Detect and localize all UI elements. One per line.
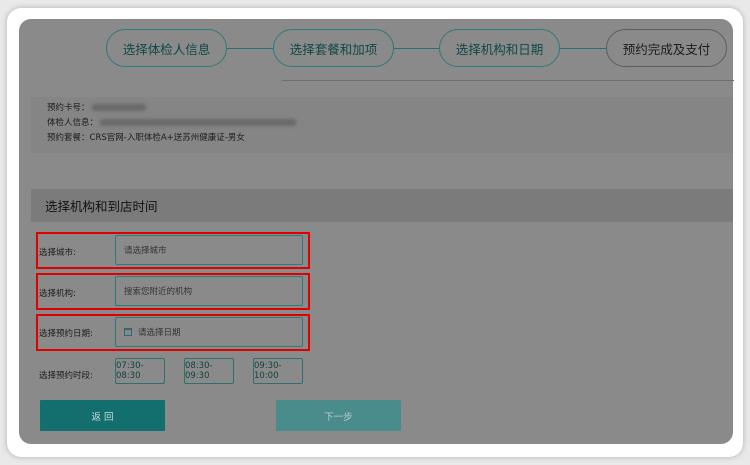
calendar-icon xyxy=(124,328,132,336)
package-label: 预约套餐： xyxy=(47,133,90,143)
time-slot-label: 08:30-09:30 xyxy=(185,361,213,381)
step-label: 选择套餐和加项 xyxy=(289,41,378,57)
redacted-examinee-info xyxy=(100,119,297,126)
city-placeholder: 请选择城市 xyxy=(124,246,167,256)
time-slot-label: 09:30-10:00 xyxy=(254,361,282,381)
time-slot-button[interactable]: 08:30-09:30 xyxy=(184,358,234,384)
step-label: 预约完成及支付 xyxy=(622,41,711,57)
next-button[interactable]: 下一步 xyxy=(276,400,401,431)
card-number-label: 预约卡号： xyxy=(47,103,90,113)
step-payment[interactable]: 预约完成及支付 xyxy=(606,29,727,67)
stepper-connector xyxy=(393,48,440,49)
examinee-row: 体检人信息： xyxy=(47,116,733,131)
city-select[interactable]: 请选择城市 xyxy=(115,235,303,265)
stepper-connector xyxy=(226,48,274,49)
time-label: 选择预约时段: xyxy=(39,371,93,381)
redacted-card-number xyxy=(91,104,146,111)
step-label: 选择体检人信息 xyxy=(122,41,211,57)
back-button-label: 返 回 xyxy=(91,411,114,423)
date-label: 选择预约日期: xyxy=(39,329,93,339)
org-label: 选择机构: xyxy=(39,289,76,299)
booking-info-panel: 预约卡号： 体检人信息： 预约套餐：CRS官网-入职体检A+送苏州健康证-男女 xyxy=(31,97,733,153)
card-number-row: 预约卡号： xyxy=(47,101,733,116)
package-row: 预约套餐：CRS官网-入职体检A+送苏州健康证-男女 xyxy=(47,131,733,146)
step-institution-date[interactable]: 选择机构和日期 xyxy=(439,29,560,67)
date-placeholder: 请选择日期 xyxy=(138,328,181,338)
city-label: 选择城市: xyxy=(39,248,76,258)
section-title-text: 选择机构和到店时间 xyxy=(45,199,158,214)
time-slot-label: 07:30-08:30 xyxy=(116,361,144,381)
org-placeholder: 搜索您附近的机构 xyxy=(124,287,193,297)
section-title: 选择机构和到店时间 xyxy=(31,189,733,222)
time-slot-button[interactable]: 07:30-08:30 xyxy=(115,358,165,384)
step-label: 选择机构和日期 xyxy=(455,41,544,57)
next-button-label: 下一步 xyxy=(324,411,353,423)
time-slot-button[interactable]: 09:30-10:00 xyxy=(253,358,303,384)
step-package[interactable]: 选择套餐和加项 xyxy=(273,29,394,67)
date-picker[interactable]: 请选择日期 xyxy=(115,317,303,347)
examinee-label: 体检人信息： xyxy=(47,118,99,128)
step-examinee-info[interactable]: 选择体检人信息 xyxy=(106,29,227,67)
org-search-input[interactable]: 搜索您附近的机构 xyxy=(115,276,303,306)
package-value: CRS官网-入职体检A+送苏州健康证-男女 xyxy=(89,133,245,143)
header-divider xyxy=(282,80,734,81)
stepper-connector xyxy=(559,48,607,49)
back-button[interactable]: 返 回 xyxy=(40,400,165,431)
